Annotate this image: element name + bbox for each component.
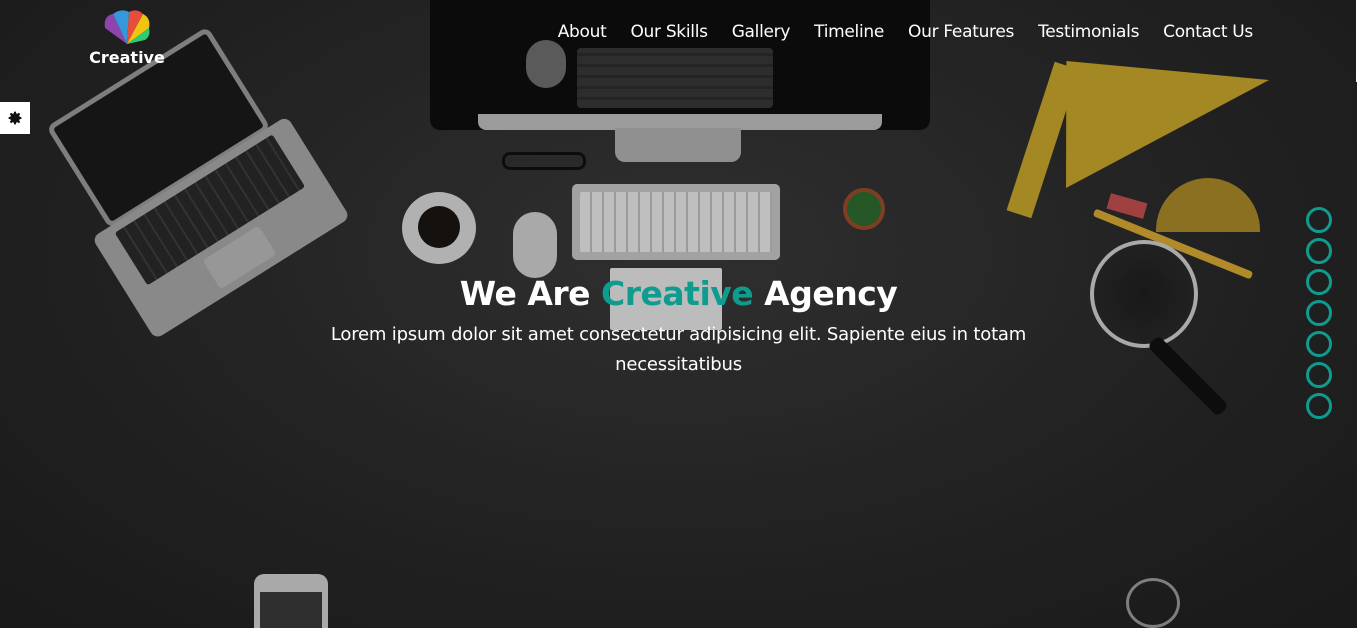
protractor-image <box>1156 178 1260 232</box>
glasses-image <box>502 152 586 170</box>
logo-text: Creative <box>89 48 165 67</box>
section-bullets <box>1306 207 1332 419</box>
fan-logo-icon <box>104 10 150 44</box>
keyboard-image <box>572 184 780 260</box>
bullet-our-skills[interactable] <box>1306 238 1332 264</box>
bullet-gallery[interactable] <box>1306 269 1332 295</box>
hero-background <box>0 0 1357 628</box>
reflected-mouse-image <box>526 40 566 88</box>
reflected-keyboard-image <box>577 48 773 108</box>
headline-accent: Creative <box>601 274 754 313</box>
headline-suffix: Agency <box>764 274 898 313</box>
coffee-cup-image <box>402 192 476 264</box>
hero-headline: We Are Creative Agency <box>0 274 1357 313</box>
keyring-image <box>1126 578 1180 628</box>
nav-item-our-features[interactable]: Our Features <box>908 22 1014 42</box>
plant-image <box>843 188 885 230</box>
gear-icon <box>8 111 22 125</box>
nav-item-about[interactable]: About <box>558 22 607 42</box>
nav-item-timeline[interactable]: Timeline <box>814 22 884 42</box>
monitor-stand-image <box>615 128 741 162</box>
logo[interactable]: Creative <box>86 8 168 67</box>
bullet-our-features[interactable] <box>1306 331 1332 357</box>
headline-prefix: We Are <box>459 274 591 313</box>
nav-item-our-skills[interactable]: Our Skills <box>630 22 708 42</box>
nav-item-contact-us[interactable]: Contact Us <box>1163 22 1253 42</box>
bullet-timeline[interactable] <box>1306 300 1332 326</box>
hero-subtitle: Lorem ipsum dolor sit amet consectetur a… <box>330 324 1027 375</box>
nav-item-gallery[interactable]: Gallery <box>732 22 791 42</box>
main-nav: About Our Skills Gallery Timeline Our Fe… <box>558 22 1254 42</box>
bullet-contact-us[interactable] <box>1306 393 1332 419</box>
nav-item-testimonials[interactable]: Testimonials <box>1038 22 1139 42</box>
magnifier-handle-image <box>1146 334 1230 418</box>
mouse-image <box>513 212 557 278</box>
phone-image <box>254 574 328 628</box>
settings-toggle-button[interactable] <box>0 102 30 134</box>
bullet-about[interactable] <box>1306 207 1332 233</box>
bullet-testimonials[interactable] <box>1306 362 1332 388</box>
